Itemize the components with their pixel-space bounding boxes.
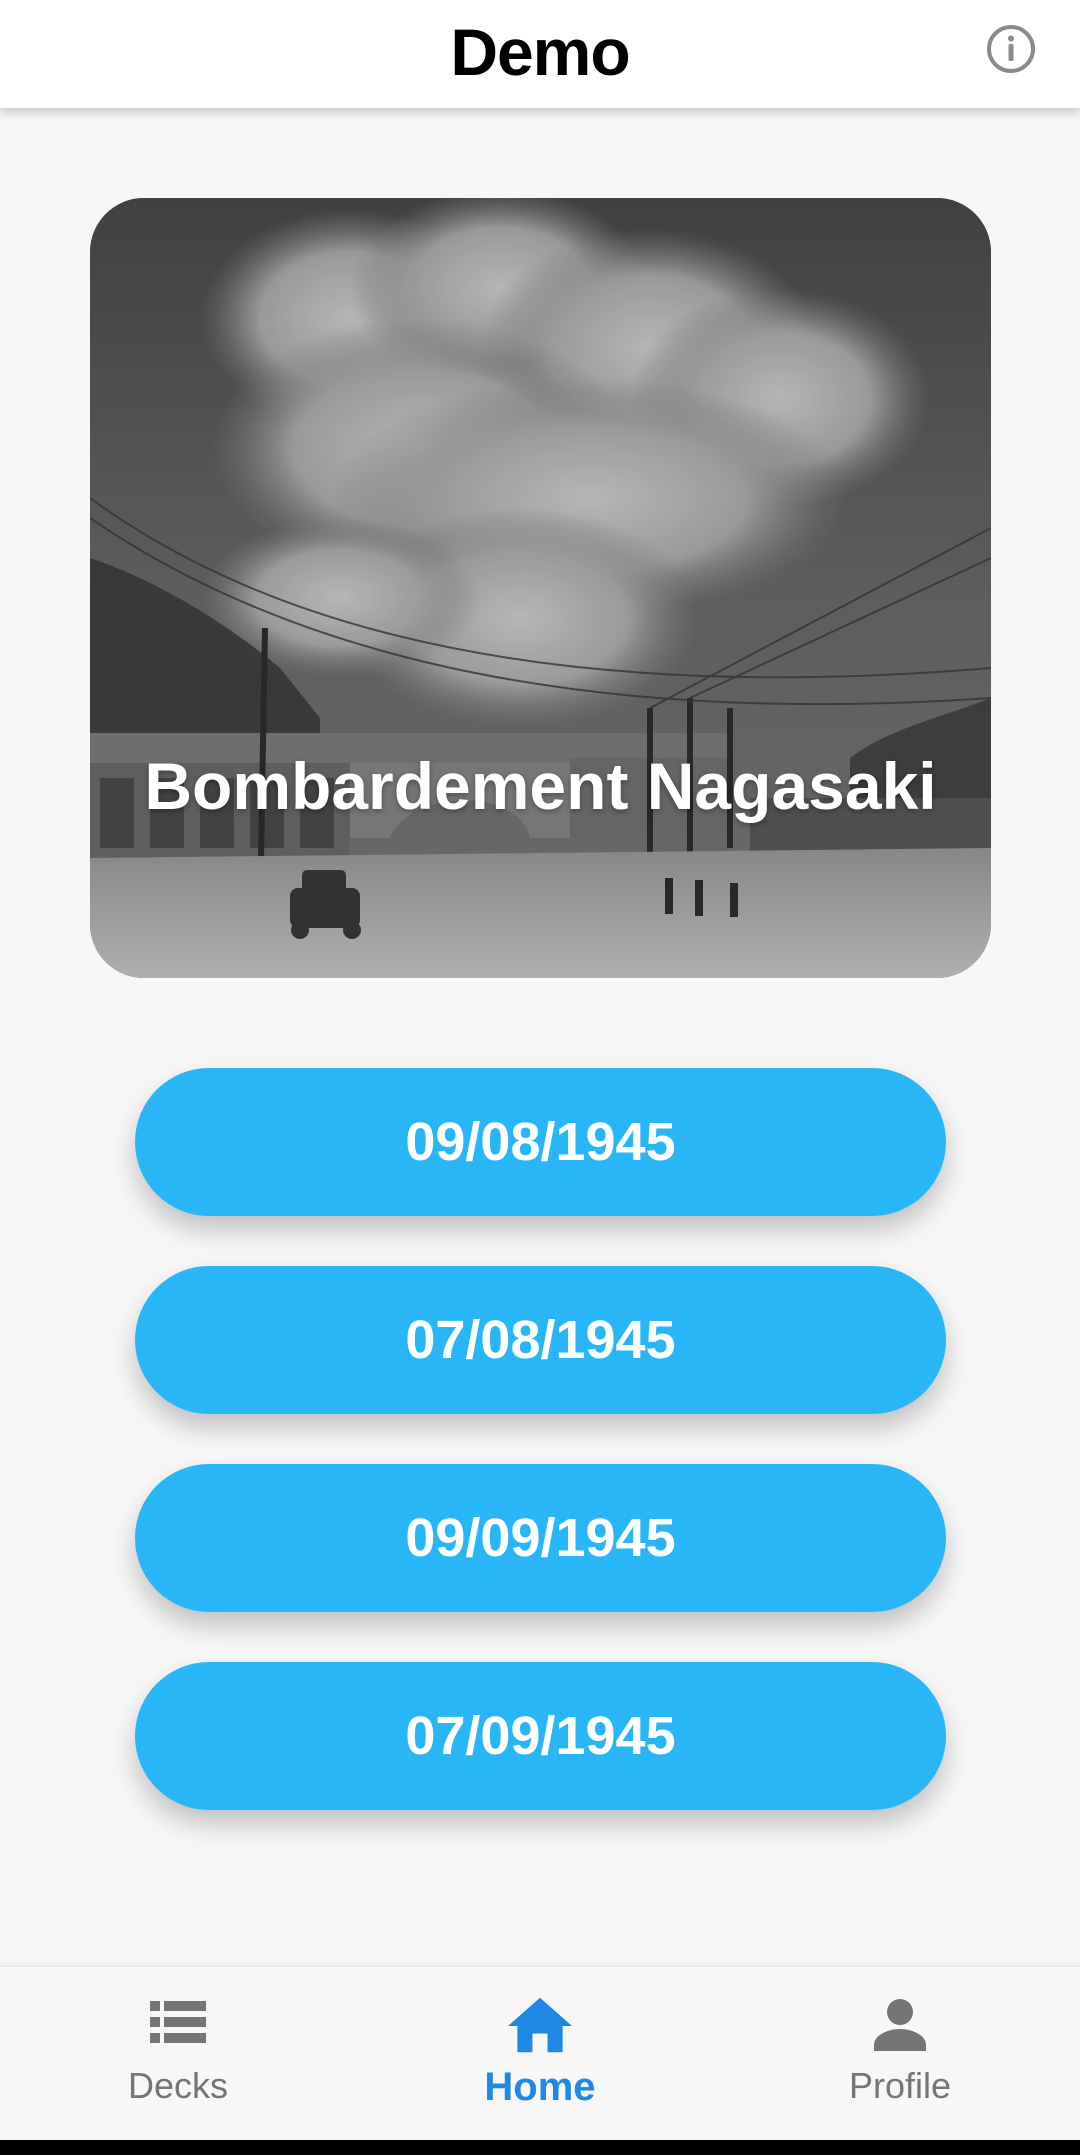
person-icon bbox=[868, 1993, 932, 2057]
nav-label-profile: Profile bbox=[848, 2065, 952, 2106]
answer-button-4[interactable]: 07/09/1945 bbox=[135, 1662, 946, 1810]
list-icon bbox=[146, 1993, 210, 2057]
info-icon bbox=[987, 25, 1035, 73]
question-card: Bombardement Nagasaki bbox=[90, 198, 991, 978]
system-navigation-bar bbox=[0, 2140, 1080, 2155]
answer-list: 09/08/1945 07/08/1945 09/09/1945 07/09/1… bbox=[135, 1068, 946, 1860]
answer-button-1[interactable]: 09/08/1945 bbox=[135, 1068, 946, 1216]
nav-item-profile[interactable]: Profile bbox=[770, 1967, 1030, 2141]
info-button[interactable] bbox=[984, 22, 1038, 76]
nav-label-home: Home bbox=[484, 2065, 596, 2109]
answer-button-2[interactable]: 07/08/1945 bbox=[135, 1266, 946, 1414]
app-title: Demo bbox=[450, 15, 630, 89]
answer-button-3[interactable]: 09/09/1945 bbox=[135, 1464, 946, 1612]
app-bar: Demo bbox=[0, 0, 1080, 108]
card-image bbox=[90, 198, 991, 978]
card-title: Bombardement Nagasaki bbox=[144, 749, 937, 823]
nav-item-home[interactable]: Home bbox=[410, 1967, 670, 2141]
home-icon bbox=[508, 1993, 572, 2057]
nav-item-decks[interactable]: Decks bbox=[48, 1967, 308, 2141]
screen: Demo Bombardement Nagasaki 09/08/1945 07… bbox=[0, 0, 1080, 2155]
nav-label-decks: Decks bbox=[127, 2065, 229, 2106]
bottom-navigation: Decks Home Profile bbox=[0, 1966, 1080, 2140]
